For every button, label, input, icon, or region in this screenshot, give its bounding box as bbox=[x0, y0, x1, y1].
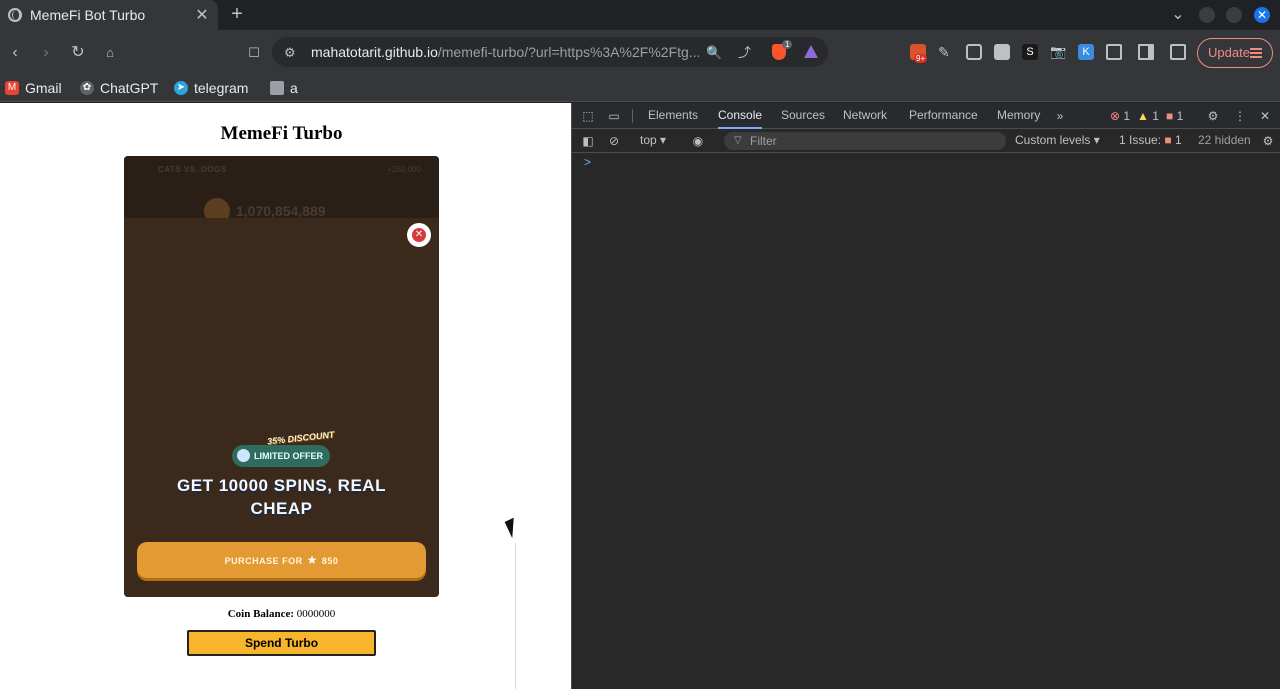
reload-icon[interactable]: ↻ bbox=[68, 43, 88, 63]
share-icon[interactable]: ⤴ bbox=[738, 46, 751, 60]
close-devtools-icon[interactable]: ✕ bbox=[1257, 108, 1273, 124]
globe-icon bbox=[8, 8, 22, 22]
extension-icon[interactable] bbox=[966, 44, 982, 60]
tab-performance[interactable]: Performance bbox=[909, 103, 978, 129]
divider bbox=[632, 109, 633, 123]
wallet-icon[interactable] bbox=[1170, 44, 1186, 60]
console-toolbar: ◧ ⊘ top ▾ ◉ ▽ Filter Custom levels ▾ 1 Is… bbox=[572, 129, 1280, 153]
bookmark-gmail[interactable]: M Gmail bbox=[5, 77, 62, 99]
coin-balance: Coin Balance: 0000000 bbox=[227, 608, 336, 620]
error-count[interactable]: ⊗ 1 bbox=[1110, 108, 1130, 124]
brave-rewards-icon[interactable] bbox=[804, 45, 818, 58]
tab-elements[interactable]: Elements bbox=[648, 103, 698, 129]
home-icon[interactable]: ⌂ bbox=[100, 43, 120, 63]
tab-search-chevron-icon[interactable]: ⌄ bbox=[1168, 5, 1188, 25]
issue-count[interactable]: ■ 1 bbox=[1166, 108, 1183, 124]
inspect-element-icon[interactable]: ⬚ bbox=[580, 108, 596, 124]
tag-icon bbox=[237, 449, 250, 462]
context-select[interactable]: top ▾ bbox=[640, 133, 666, 147]
extension-k-icon[interactable]: K bbox=[1078, 44, 1094, 60]
maximize-button[interactable] bbox=[1226, 7, 1242, 23]
tab-strip: MemeFi Bot Turbo ✕ + ⌄ ✕ bbox=[0, 0, 1280, 30]
url-text[interactable]: mahatotarit.github.io/memefi-turbo/?url=… bbox=[311, 44, 699, 60]
limited-offer-badge: LIMITED OFFER bbox=[232, 445, 330, 467]
sidebar-toggle-icon[interactable]: ◧ bbox=[580, 133, 596, 149]
site-info-icon[interactable]: ⚙ bbox=[284, 46, 296, 60]
extension-s-icon[interactable]: S bbox=[1022, 44, 1038, 60]
tab-network[interactable]: Network bbox=[843, 103, 887, 129]
console-prompt[interactable]: > bbox=[584, 155, 591, 169]
filter-input[interactable]: ▽ Filter bbox=[724, 132, 1006, 150]
filter-icon: ▽ bbox=[734, 135, 742, 146]
log-levels-select[interactable]: Custom levels ▾ bbox=[1015, 133, 1100, 147]
extension-badge: 9+ bbox=[914, 54, 928, 63]
eyedropper-icon[interactable]: ✎ bbox=[938, 44, 954, 60]
settings-icon[interactable]: ⚙ bbox=[1205, 108, 1221, 124]
menu-icon bbox=[1250, 48, 1262, 58]
back-icon[interactable]: ‹ bbox=[5, 43, 25, 63]
minimize-button[interactable] bbox=[1199, 7, 1215, 23]
clear-console-icon[interactable]: ⊘ bbox=[606, 133, 622, 149]
devtools-tabbar: ⬚ ▭ Elements Console Sources Network Per… bbox=[572, 103, 1280, 129]
game-iframe[interactable]: CATS VS. DOGS +250,000 1,070,854,889 ✕ 3… bbox=[124, 156, 439, 597]
hidden-messages-count: 22 hidden bbox=[1198, 133, 1251, 147]
tab-sources[interactable]: Sources bbox=[781, 103, 825, 129]
tab-console[interactable]: Console bbox=[718, 103, 763, 129]
close-tab-icon[interactable]: ✕ bbox=[194, 5, 210, 25]
page-viewport: MemeFi Turbo CATS VS. DOGS +250,000 1,07… bbox=[0, 103, 571, 689]
game-reward-label: +250,000 bbox=[387, 165, 421, 174]
mouse-cursor-icon bbox=[504, 517, 522, 539]
offer-headline: GET 10000 SPINS, REAL CHEAP bbox=[177, 476, 386, 518]
bookmark-folder-a[interactable]: a bbox=[270, 77, 298, 99]
live-expression-eye-icon[interactable]: ◉ bbox=[690, 133, 706, 149]
device-toolbar-icon[interactable]: ▭ bbox=[606, 108, 622, 124]
camera-icon[interactable]: 📷 bbox=[1050, 44, 1066, 60]
more-options-icon[interactable]: ⋮ bbox=[1232, 108, 1248, 124]
tab-memory[interactable]: Memory bbox=[997, 103, 1040, 129]
tab-title: MemeFi Bot Turbo bbox=[30, 7, 146, 23]
folder-icon bbox=[270, 81, 284, 95]
forward-icon[interactable]: › bbox=[36, 43, 56, 63]
devtools-panel: ⬚ ▭ Elements Console Sources Network Per… bbox=[571, 103, 1280, 689]
gmail-icon: M bbox=[5, 81, 19, 95]
offer-modal bbox=[124, 218, 439, 597]
console-settings-icon[interactable]: ⚙ bbox=[1260, 133, 1276, 149]
update-button[interactable]: Update bbox=[1197, 38, 1273, 68]
game-balance: 1,070,854,889 bbox=[236, 203, 326, 219]
tab-memefi[interactable]: MemeFi Bot Turbo ✕ bbox=[0, 0, 218, 30]
telegram-icon: ➤ bbox=[174, 81, 188, 95]
bookmark-icon[interactable]: ☐ bbox=[244, 43, 264, 63]
issues-indicator[interactable]: 1 Issue: ■ 1 bbox=[1119, 133, 1182, 147]
game-header: CATS VS. DOGS +250,000 1,070,854,889 bbox=[124, 156, 439, 224]
zoom-icon[interactable]: 🔍 bbox=[706, 46, 722, 60]
game-mode-label: CATS VS. DOGS bbox=[158, 165, 227, 174]
openai-icon: ✿ bbox=[80, 81, 94, 95]
sidebar-icon[interactable] bbox=[1138, 44, 1154, 60]
purchase-button[interactable]: PURCHASE FOR ★ 850 bbox=[137, 542, 426, 578]
extension-image-icon[interactable] bbox=[994, 44, 1010, 60]
warning-count[interactable]: ▲ 1 bbox=[1137, 108, 1159, 124]
close-offer-button[interactable]: ✕ bbox=[407, 223, 431, 247]
bookmark-chatgpt[interactable]: ✿ ChatGPT bbox=[80, 77, 158, 99]
new-tab-button[interactable]: + bbox=[228, 4, 246, 24]
close-icon: ✕ bbox=[412, 228, 426, 242]
more-tabs-icon[interactable]: » bbox=[1052, 108, 1068, 124]
divider bbox=[515, 543, 516, 689]
page-title: MemeFi Turbo bbox=[220, 123, 343, 144]
bookmarks-bar: M Gmail ✿ ChatGPT ➤ telegram a bbox=[0, 74, 1280, 102]
close-window-button[interactable]: ✕ bbox=[1254, 7, 1270, 23]
bookmark-telegram[interactable]: ➤ telegram bbox=[174, 77, 248, 99]
extensions-puzzle-icon[interactable] bbox=[1106, 44, 1122, 60]
star-icon: ★ bbox=[306, 553, 318, 567]
spend-turbo-button[interactable]: Spend Turbo bbox=[187, 630, 376, 656]
